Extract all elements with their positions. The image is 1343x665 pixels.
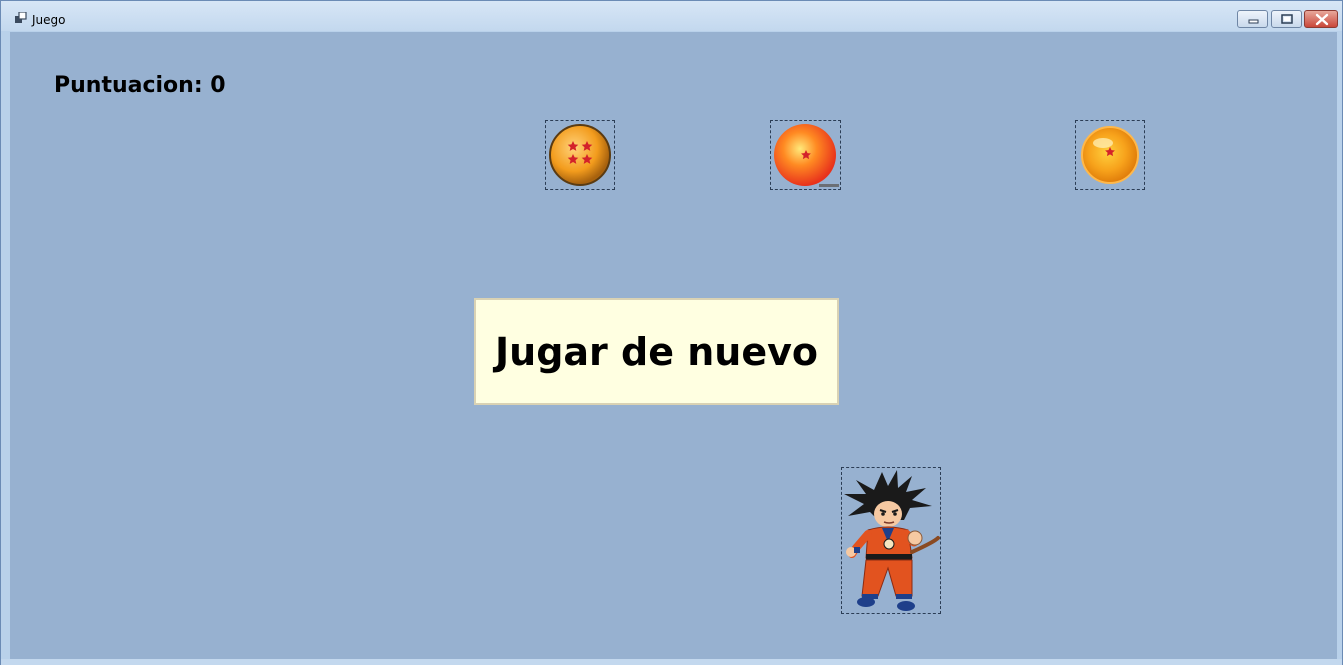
maximize-button[interactable]	[1271, 10, 1302, 28]
game-window: Juego Puntuacion: 0 Jugar de nuevo	[0, 0, 1343, 665]
goku-player[interactable]	[841, 467, 941, 614]
game-canvas[interactable]: Puntuacion: 0 Jugar de nuevo	[10, 32, 1337, 659]
score-label: Puntuacion: 0	[54, 73, 226, 98]
dragon-ball-4-star-icon	[549, 124, 611, 186]
minimize-icon	[1248, 19, 1259, 24]
dragon-ball-4-star[interactable]	[545, 120, 615, 190]
dragon-ball-1-star-icon	[774, 124, 839, 187]
maximize-icon	[1281, 14, 1293, 24]
dragon-ball-1-star[interactable]	[770, 120, 841, 190]
title-bar[interactable]: Juego	[1, 1, 1342, 31]
dragon-ball-1-star-gold[interactable]	[1075, 120, 1145, 190]
window-title: Juego	[32, 13, 66, 27]
window-bottom-border	[1, 659, 1342, 665]
minimize-button[interactable]	[1237, 10, 1268, 28]
goku-sprite-icon	[844, 470, 940, 611]
dragon-ball-1-star-gold-icon	[1081, 126, 1139, 184]
app-window-icon	[15, 12, 27, 23]
play-again-button[interactable]: Jugar de nuevo	[474, 298, 839, 405]
close-button[interactable]	[1304, 10, 1338, 28]
close-icon	[1315, 13, 1329, 26]
